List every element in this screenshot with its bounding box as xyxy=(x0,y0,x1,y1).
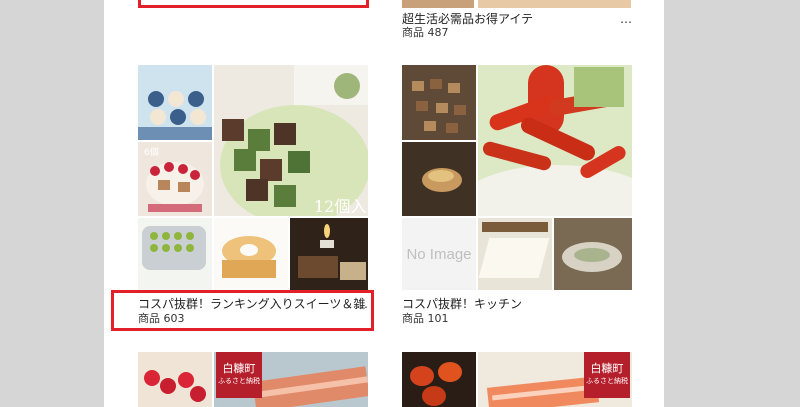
card-title[interactable]: コスパ抜群！キッチン xyxy=(402,297,522,311)
kitchen-thumb-3[interactable] xyxy=(402,142,476,216)
card-title[interactable]: 超生活必需品お得アイテ xyxy=(402,12,533,26)
previous-card-highlight xyxy=(138,0,369,8)
ellipsis-icon[interactable]: … xyxy=(620,12,632,26)
sweets-thumb-2[interactable]: 12個入 xyxy=(214,65,368,216)
shiranuka-seal: 白糠町 ふるさと納税 xyxy=(584,352,630,398)
seal-label: 白糠町 xyxy=(222,362,256,375)
kitchen-thumb-6[interactable] xyxy=(554,218,632,290)
seal-sub: ふるさと納税 xyxy=(218,377,260,385)
sweets-thumb-4[interactable] xyxy=(138,218,212,290)
collection-grid: 超生活必需品お得アイテ … 商品 487 12個入 6個 コスパ抜群！ランキング… xyxy=(104,0,664,407)
seal-label: 白糠町 xyxy=(590,362,624,375)
item-count: 商品 603 xyxy=(138,312,185,325)
sweets-badge-6: 6個 xyxy=(144,148,159,158)
no-image-label: No Image xyxy=(406,245,472,263)
kitchen-thumb-1[interactable] xyxy=(402,65,476,140)
sweets-thumb-6[interactable] xyxy=(290,218,368,290)
shiranuka-seal: 白糠町 ふるさと納税 xyxy=(216,352,262,398)
kitchen-thumb-2[interactable] xyxy=(478,65,632,216)
seafood-thumb-4[interactable]: 白糠町 ふるさと納税 xyxy=(478,352,632,407)
kitchen-thumb-5[interactable] xyxy=(478,218,552,290)
kitchen-previous-thumb[interactable] xyxy=(402,0,631,8)
ellipsis-icon[interactable]: … xyxy=(356,297,368,311)
seal-sub: ふるさと納税 xyxy=(586,377,628,385)
card-title[interactable]: コスパ抜群！ランキング入りスイーツ＆雑 xyxy=(138,297,365,311)
item-count: 商品 101 xyxy=(402,312,449,325)
item-count: 商品 487 xyxy=(402,26,449,39)
sweets-thumb-3[interactable]: 6個 xyxy=(138,142,212,216)
seafood-thumb-1[interactable] xyxy=(138,352,212,407)
sweets-thumb-1[interactable] xyxy=(138,65,212,140)
kitchen-thumb-4-no-image[interactable]: No Image xyxy=(402,218,476,290)
sweets-thumb-5[interactable] xyxy=(214,218,288,290)
sweets-badge-12: 12個入 xyxy=(314,197,367,216)
seafood-thumb-2[interactable]: 白糠町 ふるさと納税 xyxy=(214,352,368,407)
seafood-thumb-3[interactable] xyxy=(402,352,476,407)
